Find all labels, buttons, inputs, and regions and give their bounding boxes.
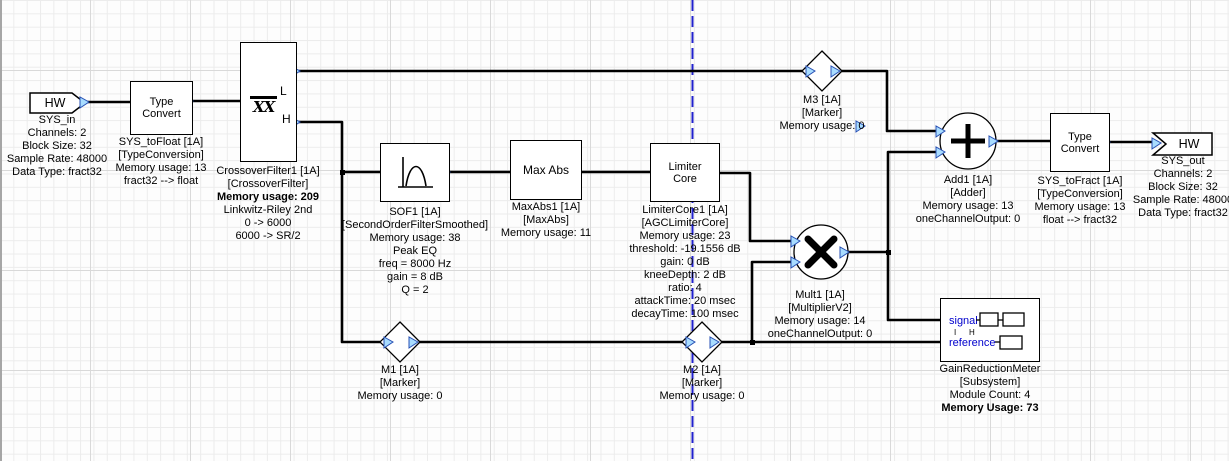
peak-filter-icon bbox=[393, 152, 437, 194]
sys-in-label: HW bbox=[45, 96, 66, 110]
grm-signal-pin-label: signal bbox=[949, 315, 978, 327]
m1-caption: M1 [1A] [Marker] Memory usage: 0 bbox=[358, 364, 443, 403]
block-crossoverfilter[interactable]: XX L H bbox=[240, 42, 297, 162]
limiter-caption: LimiterCore1 [1A] [AGCLimiterCore] Memor… bbox=[629, 204, 740, 321]
crossover-high-label: H bbox=[282, 113, 291, 125]
sys-in-caption: SYS_in Channels: 2 Block Size: 32 Sample… bbox=[7, 114, 107, 179]
sof-caption: SOF1 [1A] [SecondOrderFilterSmoothed] Me… bbox=[342, 206, 488, 297]
grm-reference-pin-label: reference bbox=[949, 337, 995, 349]
limiter-label2: Core bbox=[673, 173, 697, 185]
block-limitercore[interactable]: Limiter Core bbox=[650, 143, 720, 202]
maxabs-label: Max Abs bbox=[523, 164, 569, 176]
wire-mult-grm-signal[interactable] bbox=[888, 252, 941, 320]
port-sysout-in[interactable] bbox=[1152, 138, 1161, 149]
wire-layer: HW HW bbox=[0, 0, 1229, 461]
canvas-left-edge bbox=[0, 0, 2, 461]
m3-caption: M3 [1A] [Marker] Memory usage: 0 bbox=[780, 94, 865, 133]
crossover-caption: CrossoverFilter1 [1A] [CrossoverFilter] … bbox=[216, 165, 319, 243]
block-maxabs[interactable]: Max Abs bbox=[510, 140, 582, 200]
port-sysin-out[interactable] bbox=[80, 97, 89, 108]
junction-dot bbox=[750, 340, 755, 345]
block-gainreductionmeter[interactable]: signal I H reference bbox=[940, 298, 1040, 362]
block-sys-in[interactable]: HW bbox=[30, 93, 85, 113]
typeconvert-in-caption: SYS_toFloat [1A] [TypeConversion] Memory… bbox=[115, 136, 206, 188]
block-typeconvert-out[interactable]: Type Convert bbox=[1050, 113, 1110, 172]
typeconvert-out-caption: SYS_toFract [1A] [TypeConversion] Memory… bbox=[1034, 175, 1125, 227]
grm-pin-i-label: I bbox=[954, 328, 956, 337]
typeconvert-out-label: Type bbox=[1068, 131, 1092, 143]
m2-caption: M2 [1A] [Marker] Memory usage: 0 bbox=[660, 364, 745, 403]
grm-pin-h-label: H bbox=[969, 328, 975, 337]
maxabs-caption: MaxAbs1 [1A] [MaxAbs] Memory usage: 11 bbox=[501, 201, 591, 240]
grm-subsystem-icon: signal I H reference bbox=[942, 300, 1039, 361]
schematic-canvas[interactable]: HW HW bbox=[0, 0, 1229, 461]
block-add1[interactable] bbox=[940, 113, 996, 169]
crossover-icon: XX bbox=[250, 96, 277, 116]
block-typeconvert-in[interactable]: Type Convert bbox=[130, 81, 193, 135]
typeconvert-in-label: Type bbox=[150, 96, 174, 108]
block-sys-out[interactable]: HW bbox=[1153, 133, 1212, 155]
typeconvert-in-label2: Convert bbox=[142, 108, 181, 120]
junction-dot bbox=[340, 170, 345, 175]
add-caption: Add1 [1A] [Adder] Memory usage: 13 oneCh… bbox=[916, 174, 1021, 226]
junction-dot bbox=[886, 250, 891, 255]
mult-caption: Mult1 [1A] [MultiplierV2] Memory usage: … bbox=[768, 289, 873, 341]
typeconvert-out-label2: Convert bbox=[1061, 143, 1100, 155]
limiter-label: Limiter bbox=[668, 161, 701, 173]
grm-caption: GainReductionMeter [Subsystem] Module Co… bbox=[940, 363, 1041, 415]
sys-out-caption: SYS_out Channels: 2 Block Size: 32 Sampl… bbox=[1133, 155, 1229, 220]
crossover-low-label: L bbox=[280, 85, 287, 97]
sys-out-label: HW bbox=[1179, 137, 1200, 151]
block-sof1[interactable] bbox=[380, 143, 450, 202]
